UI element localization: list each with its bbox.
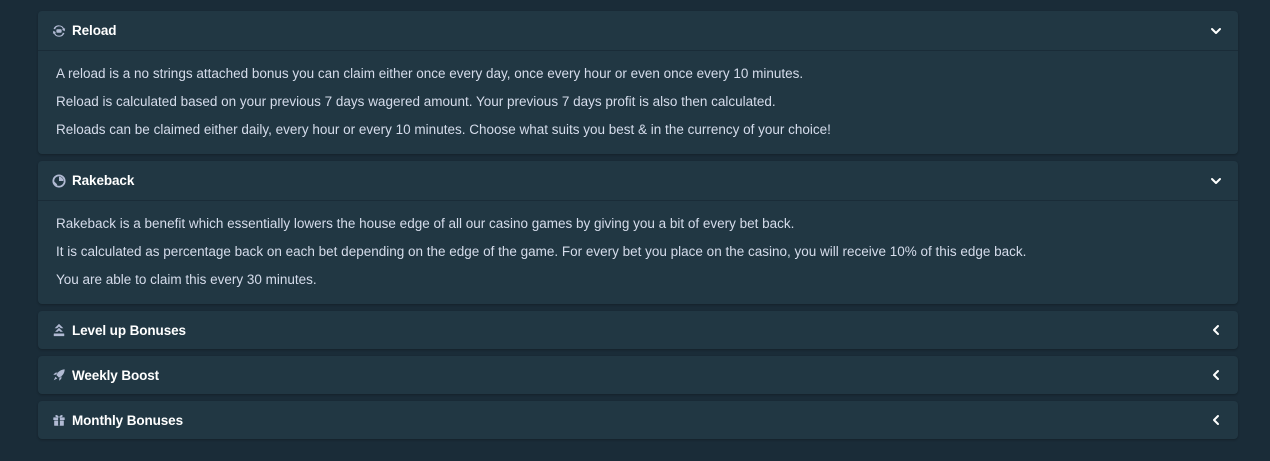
- panel-level-up-header[interactable]: Level up Bonuses: [38, 311, 1238, 349]
- rocket-icon: [52, 368, 66, 382]
- panel-title: Rakeback: [72, 173, 135, 188]
- level-up-icon: [52, 323, 66, 337]
- panel-paragraph: It is calculated as percentage back on e…: [56, 244, 1027, 259]
- panel-reload-body: A reload is a no strings attached bonus …: [38, 51, 1238, 154]
- chevron-left-icon[interactable]: [1208, 322, 1224, 338]
- panel-paragraph: A reload is a no strings attached bonus …: [56, 66, 804, 81]
- panel-monthly-bonuses: Monthly Bonuses: [38, 401, 1238, 439]
- chevron-left-icon[interactable]: [1208, 412, 1224, 428]
- panel-level-up-bonuses: Level up Bonuses: [38, 311, 1238, 349]
- panel-weekly-boost: Weekly Boost: [38, 356, 1238, 394]
- rakeback-icon: [52, 173, 66, 188]
- panel-title: Weekly Boost: [72, 367, 160, 383]
- chevron-left-icon[interactable]: [1208, 367, 1224, 383]
- panel-title: Reload: [72, 23, 117, 38]
- reload-icon: [52, 24, 66, 38]
- panel-monthly-bonuses-header[interactable]: Monthly Bonuses: [38, 401, 1238, 439]
- panel-paragraph: You are able to claim this every 30 minu…: [56, 272, 317, 287]
- panel-reload: Reload A reload is a no strings attached…: [38, 11, 1238, 154]
- panel-rakeback-header[interactable]: Rakeback: [38, 161, 1238, 201]
- chevron-down-icon[interactable]: [1208, 23, 1224, 39]
- chevron-down-icon[interactable]: [1208, 173, 1224, 189]
- panel-reload-header[interactable]: Reload: [38, 11, 1238, 51]
- panel-weekly-boost-header[interactable]: Weekly Boost: [38, 356, 1238, 394]
- panel-paragraph: Reload is calculated based on your previ…: [56, 94, 776, 109]
- panel-title: Level up Bonuses: [72, 322, 186, 338]
- panel-paragraph: Rakeback is a benefit which essentially …: [56, 216, 795, 231]
- panel-title: Monthly Bonuses: [72, 412, 184, 428]
- gift-icon: [52, 413, 66, 427]
- panel-rakeback: Rakeback Rakeback is a benefit which ess…: [38, 161, 1238, 304]
- bonus-accordion: Reload A reload is a no strings attached…: [38, 11, 1238, 446]
- panel-paragraph: Reloads can be claimed either daily, eve…: [56, 122, 831, 137]
- panel-rakeback-body: Rakeback is a benefit which essentially …: [38, 201, 1238, 304]
